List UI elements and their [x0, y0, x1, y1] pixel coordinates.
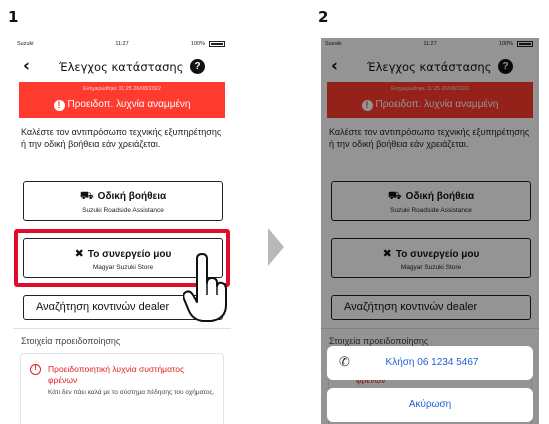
warning-title: Προειδοποιητική λυχνία συστήματος φρένων — [48, 364, 185, 385]
alert-message-row: ! Προειδοπ. λυχνία αναμμένη — [19, 99, 225, 111]
roadside-title-row: ⛟ Οδική βοήθεια — [24, 190, 222, 204]
step-number-2: 2 — [318, 8, 329, 26]
status-bar: Suzuki 11:27 100% — [13, 38, 231, 50]
tapping-hand-icon — [183, 253, 227, 322]
exclamation-icon: ! — [53, 100, 65, 111]
updated-timestamp: Ενημερώθηκε 11:25 26/08/2022 — [83, 86, 161, 92]
roadside-title: Οδική βοήθεια — [97, 191, 167, 202]
step-number-1: 1 — [8, 8, 19, 26]
intro-text: Καλέστε τον αντιπρόσωπο τεχνικής εξυπηρέ… — [21, 127, 222, 149]
tow-truck-icon: ⛟ — [79, 190, 94, 202]
page-title: Έλεγχος κατάστασης — [59, 60, 184, 74]
roadside-assistance-button[interactable]: ⛟ Οδική βοήθεια Suzuki Roadside Assistanc… — [23, 181, 223, 221]
warning-banner: Ενημερώθηκε 11:25 26/08/2022 ! Προειδοπ. … — [19, 82, 225, 118]
divider — [13, 328, 231, 329]
cancel-label: Ακύρωση — [408, 399, 452, 410]
navigation-bar: ‹ Έλεγχος κατάστασης ? — [13, 56, 231, 78]
phone-screen-2: Suzuki 11:27 100% ‹ Έλεγχος κατάστασης ?… — [321, 38, 539, 424]
cancel-button[interactable]: Ακύρωση — [327, 388, 533, 422]
warning-detail-card[interactable]: ! Προειδοποιητική λυχνία συστήματος φρέν… — [20, 353, 224, 424]
phone-screen-1: Suzuki 11:27 100% ‹ Έλεγχος κατάστασης ?… — [13, 38, 231, 424]
battery-percent: 100% — [190, 41, 205, 47]
battery-icon — [209, 41, 225, 47]
section-title: Στοιχεία προειδοποίησης — [21, 336, 121, 346]
warning-icon: ! — [30, 364, 41, 375]
call-label: Κλήση 06 1234 5467 — [385, 357, 479, 368]
arrow-right-icon — [268, 228, 284, 266]
call-action-button[interactable]: ✆ Κλήση 06 1234 5467 — [327, 346, 533, 380]
help-icon[interactable]: ? — [190, 59, 205, 74]
roadside-subtitle: Suzuki Roadside Assistance — [82, 207, 164, 214]
back-icon[interactable]: ‹ — [23, 57, 30, 75]
warning-description: Κάτι δεν πάει καλά με το σύστημα πέδησης… — [48, 389, 215, 396]
alert-message: Προειδοπ. λυχνία αναμμένη — [67, 99, 191, 110]
